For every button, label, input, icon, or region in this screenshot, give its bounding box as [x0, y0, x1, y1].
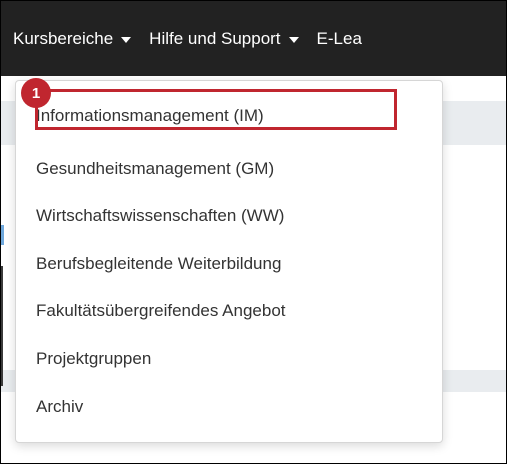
top-navbar: Kursbereiche Hilfe und Support E-Lea — [1, 1, 506, 76]
kursbereiche-dropdown-menu: Informationsmanagement (IM) Gesundheitsm… — [15, 80, 443, 443]
menu-item-wirtschaftswissenschaften[interactable]: Wirtschaftswissenschaften (WW) — [36, 206, 284, 226]
nav-item-label: Hilfe und Support — [149, 28, 281, 48]
caret-down-icon — [288, 36, 299, 43]
menu-item-archiv[interactable]: Archiv — [36, 397, 83, 417]
nav-item-label: E-Lea — [316, 28, 362, 48]
page-edge-marker — [1, 225, 4, 245]
nav-item-kursbereiche[interactable]: Kursbereiche — [13, 28, 132, 49]
menu-item-projektgruppen[interactable]: Projektgruppen — [36, 349, 151, 369]
page-edge-border — [1, 266, 3, 386]
caret-down-icon — [121, 36, 132, 43]
annotation-step-badge: 1 — [21, 78, 51, 108]
nav-item-e-learning[interactable]: E-Lea — [317, 29, 362, 49]
menu-item-informationsmanagement[interactable]: Informationsmanagement (IM) — [36, 106, 264, 126]
menu-item-gesundheitsmanagement[interactable]: Gesundheitsmanagement (GM) — [36, 159, 274, 179]
nav-item-label: Kursbereiche — [13, 28, 114, 48]
menu-item-berufsbegleitende-weiterbildung[interactable]: Berufsbegleitende Weiterbildung — [36, 254, 281, 274]
nav-item-hilfe-und-support[interactable]: Hilfe und Support — [149, 28, 299, 49]
screenshot-frame: Kursbereiche Hilfe und Support E-Lea Inf… — [0, 0, 507, 464]
menu-item-fakultaetsuebergreifendes-angebot[interactable]: Fakultätsübergreifendes Angebot — [36, 301, 286, 321]
